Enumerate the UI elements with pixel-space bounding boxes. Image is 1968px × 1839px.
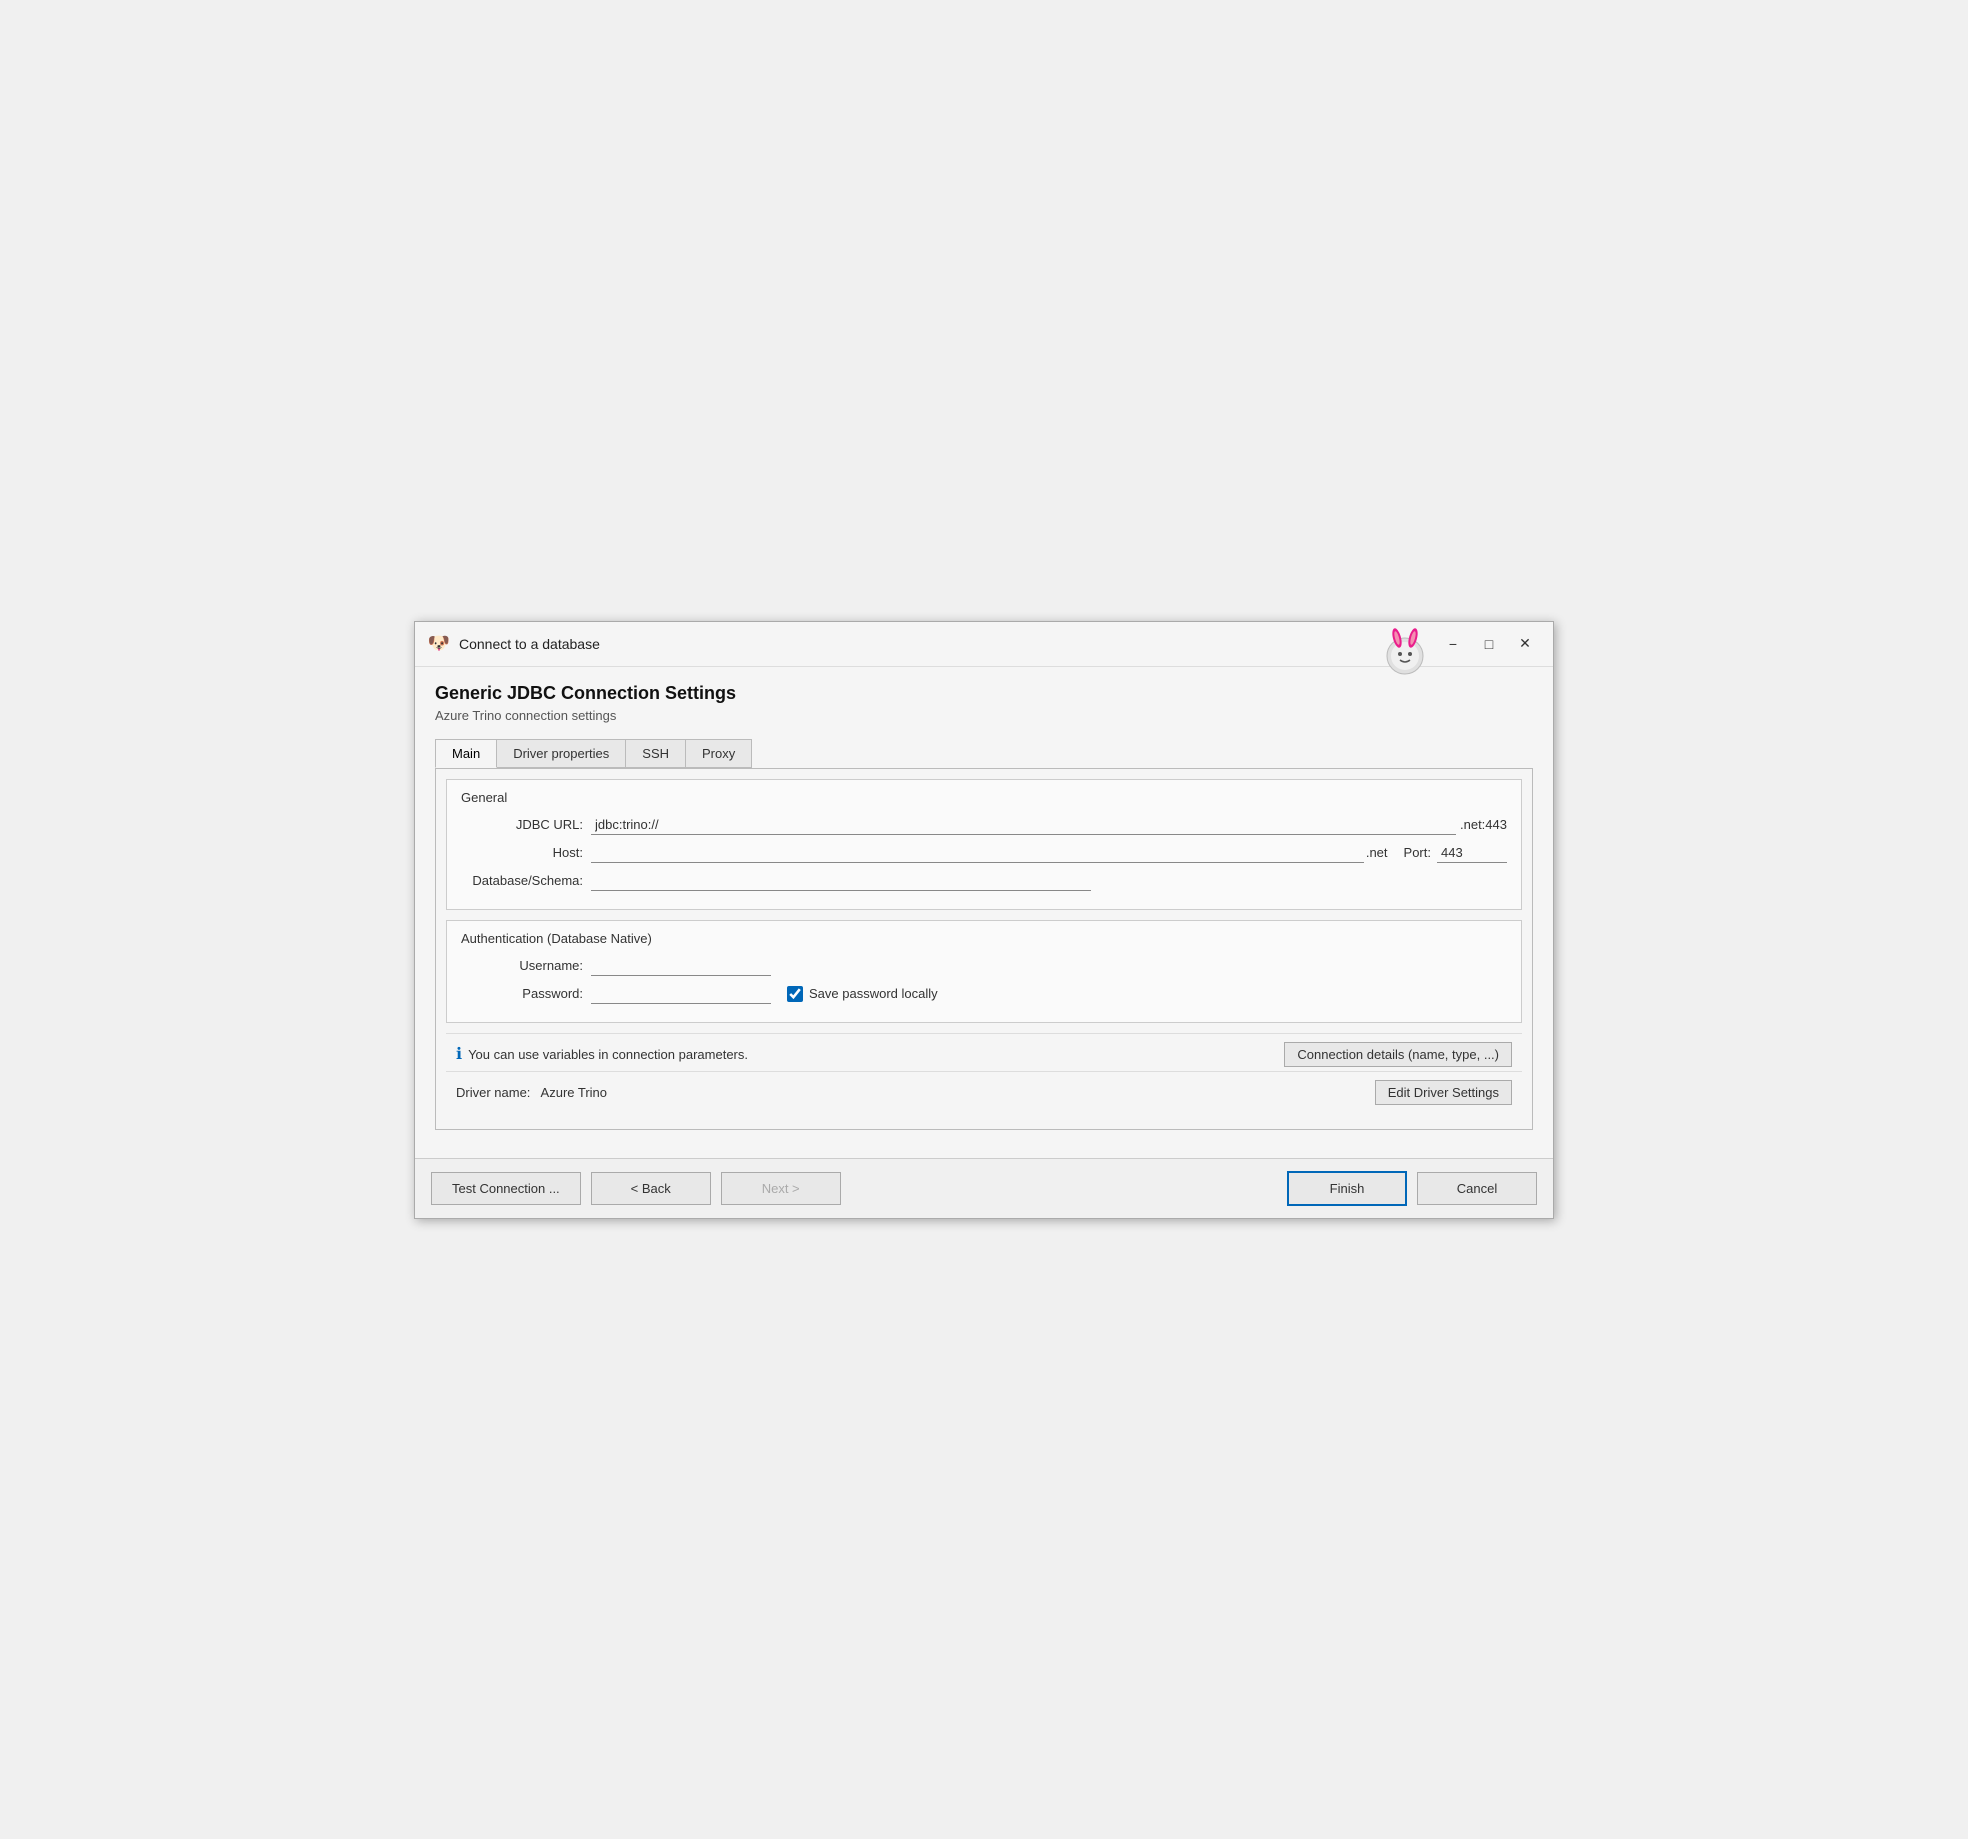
username-row: Username: xyxy=(461,956,1507,976)
host-label: Host: xyxy=(461,845,591,860)
port-label: Port: xyxy=(1404,845,1431,860)
tab-proxy[interactable]: Proxy xyxy=(685,739,752,768)
jdbc-url-field-area: .net:443 xyxy=(591,815,1507,835)
minimize-button[interactable]: − xyxy=(1437,630,1469,658)
tab-bar: Main Driver properties SSH Proxy xyxy=(435,739,1533,768)
general-section-title: General xyxy=(461,790,1507,805)
content-area: Generic JDBC Connection Settings Azure T… xyxy=(415,667,1553,1158)
port-input[interactable] xyxy=(1437,843,1507,863)
app-logo xyxy=(1377,624,1433,680)
tab-ssh[interactable]: SSH xyxy=(625,739,686,768)
test-connection-button[interactable]: Test Connection ... xyxy=(431,1172,581,1205)
save-password-area: Save password locally xyxy=(787,986,938,1002)
jdbc-url-row: JDBC URL: .net:443 xyxy=(461,815,1507,835)
tab-driver-properties[interactable]: Driver properties xyxy=(496,739,626,768)
tab-main[interactable]: Main xyxy=(435,739,497,768)
db-schema-label: Database/Schema: xyxy=(461,873,591,888)
page-title: Generic JDBC Connection Settings xyxy=(435,683,1533,704)
auth-section: Authentication (Database Native) Usernam… xyxy=(446,920,1522,1023)
auth-section-title: Authentication (Database Native) xyxy=(461,931,1507,946)
back-button[interactable]: < Back xyxy=(591,1172,711,1205)
footer: Test Connection ... < Back Next > Finish… xyxy=(415,1158,1553,1218)
password-row: Password: Save password locally xyxy=(461,984,1507,1004)
jdbc-url-input[interactable] xyxy=(591,815,1456,835)
spacer-bottom xyxy=(436,1113,1532,1129)
host-row: Host: .net Port: xyxy=(461,843,1507,863)
window-title: Connect to a database xyxy=(459,636,1437,652)
info-text: You can use variables in connection para… xyxy=(468,1047,1284,1062)
jdbc-url-suffix: .net:443 xyxy=(1460,817,1507,832)
db-schema-row: Database/Schema: xyxy=(461,871,1507,891)
username-label: Username: xyxy=(461,958,591,973)
maximize-button[interactable]: □ xyxy=(1473,630,1505,658)
host-field-area: .net xyxy=(591,843,1388,863)
titlebar: 🐶 Connect to a database − □ ✕ xyxy=(415,622,1553,667)
general-section: General JDBC URL: .net:443 Host: .net xyxy=(446,779,1522,910)
cancel-button[interactable]: Cancel xyxy=(1417,1172,1537,1205)
host-suffix: .net xyxy=(1366,845,1388,860)
password-label: Password: xyxy=(461,986,591,1001)
next-button[interactable]: Next > xyxy=(721,1172,841,1205)
driver-row: Driver name: Azure Trino Edit Driver Set… xyxy=(446,1071,1522,1113)
main-panel: General JDBC URL: .net:443 Host: .net xyxy=(435,768,1533,1130)
edit-driver-settings-button[interactable]: Edit Driver Settings xyxy=(1375,1080,1512,1105)
close-button[interactable]: ✕ xyxy=(1509,630,1541,658)
logo-area xyxy=(1377,624,1433,683)
finish-button[interactable]: Finish xyxy=(1287,1171,1407,1206)
host-input[interactable] xyxy=(591,843,1364,863)
jdbc-url-label: JDBC URL: xyxy=(461,817,591,832)
page-subtitle: Azure Trino connection settings xyxy=(435,708,1533,723)
info-icon: ℹ xyxy=(456,1044,462,1064)
connection-details-button[interactable]: Connection details (name, type, ...) xyxy=(1284,1042,1512,1067)
driver-name-label: Driver name: Azure Trino xyxy=(456,1085,1375,1100)
variables-info-row: ℹ You can use variables in connection pa… xyxy=(446,1033,1522,1071)
titlebar-controls: − □ ✕ xyxy=(1437,630,1541,658)
app-icon: 🐶 xyxy=(427,632,451,656)
save-password-checkbox[interactable] xyxy=(787,986,803,1002)
main-window: 🐶 Connect to a database − □ ✕ xyxy=(414,621,1554,1219)
driver-name-value: Azure Trino xyxy=(541,1085,607,1100)
username-input[interactable] xyxy=(591,956,771,976)
db-schema-input[interactable] xyxy=(591,871,1091,891)
save-password-label[interactable]: Save password locally xyxy=(809,986,938,1001)
password-input[interactable] xyxy=(591,984,771,1004)
